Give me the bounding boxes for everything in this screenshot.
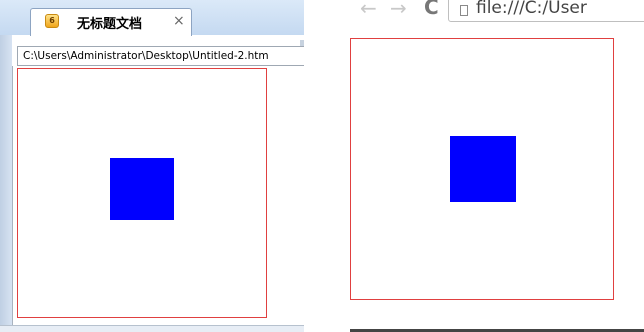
left-window-bottom-edge: [0, 325, 304, 332]
left-browser-tab[interactable]: 6 无标题文档 ×: [30, 8, 192, 36]
blue-square: [450, 136, 516, 202]
left-browser-window: 6 无标题文档 × C:\Users\Administrator\Desktop…: [0, 0, 304, 332]
omnibox[interactable]: file:///C:/User: [448, 0, 644, 22]
forward-arrow-icon[interactable]: →: [390, 0, 407, 20]
back-arrow-icon[interactable]: ←: [360, 0, 377, 20]
blue-square: [110, 158, 174, 220]
page-icon: [460, 5, 468, 16]
reload-icon[interactable]: C: [424, 0, 439, 19]
right-toolbar: ← → C file:///C:/User: [346, 0, 644, 30]
left-tab-strip: 6 无标题文档 ×: [0, 0, 304, 36]
page-favicon-icon: 6: [45, 14, 59, 28]
tab-title: 无标题文档: [77, 17, 143, 32]
left-address-text: C:\Users\Administrator\Desktop\Untitled-…: [23, 50, 269, 62]
right-browser-window: ← → C file:///C:/User: [346, 0, 644, 332]
left-address-bar[interactable]: C:\Users\Administrator\Desktop\Untitled-…: [17, 46, 304, 66]
url-text: file:///C:/User: [476, 0, 587, 18]
close-tab-icon[interactable]: ×: [173, 13, 185, 29]
left-window-frame: [0, 35, 12, 332]
